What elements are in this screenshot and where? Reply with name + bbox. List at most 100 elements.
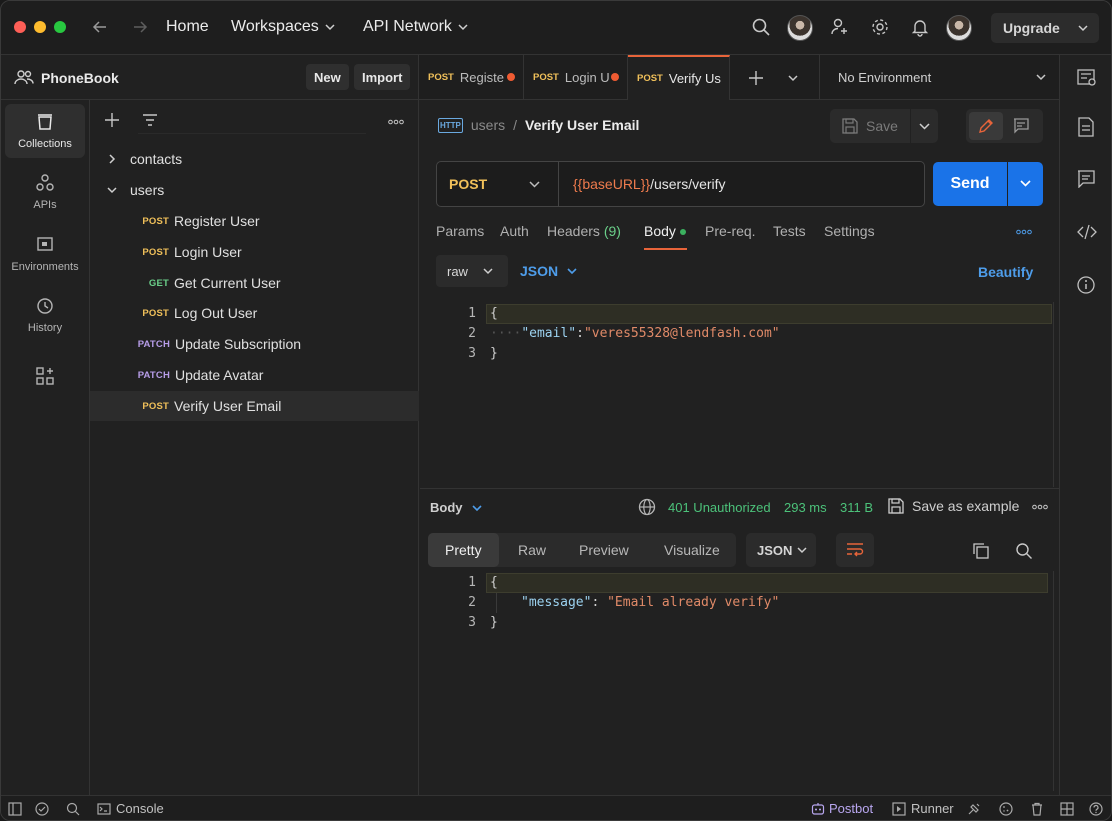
help-icon[interactable] [1089,802,1103,816]
tab-headers[interactable]: Headers (9) [547,223,621,239]
api-network-menu[interactable]: API Network [363,18,470,36]
find-replace-icon[interactable] [66,802,80,816]
zoom-window-button[interactable] [54,21,66,33]
tree-request-register-user[interactable]: POST Register User [90,206,419,236]
tab-preview[interactable]: Preview [579,542,629,558]
search-icon[interactable] [751,17,771,37]
search-response-icon[interactable] [1015,542,1033,560]
tree-request-verify-user-email[interactable]: POST Verify User Email [90,391,419,421]
tabs-dropdown-chevron-icon[interactable] [786,71,800,85]
close-window-button[interactable] [14,21,26,33]
url-input[interactable]: {{baseURL}}/users/verify [573,176,726,192]
console-button[interactable]: Console [97,801,164,816]
tree-request-log-out-user[interactable]: POST Log Out User [90,298,419,328]
workspace-name[interactable]: PhoneBook [41,70,119,86]
save-button[interactable]: Save [830,109,910,143]
tree-request-login-user[interactable]: POST Login User [90,237,419,267]
request-body-editor[interactable]: 1 2 3 { ····"email":"veres55328@lendfash… [428,302,1054,487]
tab-params[interactable]: Params [436,223,484,239]
minimize-window-button[interactable] [34,21,46,33]
tree-request-update-subscription[interactable]: PATCH Update Subscription [90,329,419,359]
tab-register-user[interactable]: POST Registe [419,55,524,100]
body-language-selector[interactable]: JSON [520,263,578,279]
workspaces-menu[interactable]: Workspaces [231,18,337,36]
tab-pre-request[interactable]: Pre-req. [705,223,756,239]
documentation-icon[interactable] [1077,117,1095,137]
method-selector[interactable]: POST [437,162,559,206]
response-body-viewer[interactable]: 1 2 3 { "message": "Email already verify… [428,571,1054,791]
save-floppy-icon [888,498,904,514]
tree-folder-contacts[interactable]: contacts [90,144,419,174]
online-status-icon[interactable] [35,802,49,816]
forward-arrow-icon[interactable] [131,18,149,36]
send-button[interactable]: Send [933,162,1007,206]
more-options-icon[interactable] [388,119,404,125]
tab-auth[interactable]: Auth [500,223,529,239]
tab-visualize[interactable]: Visualize [664,542,720,558]
edit-mode-button[interactable] [969,112,1003,140]
team-avatar[interactable] [787,15,813,41]
environment-quick-look-icon[interactable] [1077,69,1097,87]
two-pane-view-icon[interactable] [1060,802,1074,816]
collection-search-input[interactable] [138,110,366,134]
home-link[interactable]: Home [166,18,209,36]
response-size[interactable]: 311 B [840,500,873,515]
copy-icon[interactable] [972,542,990,560]
tab-login-user[interactable]: POST Login U [524,55,628,100]
toggle-sidebar-icon[interactable] [8,802,22,816]
save-floppy-icon [842,118,858,134]
beautify-button[interactable]: Beautify [978,264,1033,280]
new-tab-plus-icon[interactable] [748,70,764,86]
new-button[interactable]: New [306,64,349,90]
tree-request-update-user-avatar[interactable]: PATCH Update Avatar [90,360,419,390]
save-options-dropdown[interactable] [911,109,938,143]
save-as-example-button[interactable]: Save as example [888,498,1019,514]
trash-icon[interactable] [1030,802,1044,816]
response-time[interactable]: 293 ms [784,500,827,515]
indent-guide [496,593,497,613]
proxy-capture-icon[interactable] [967,802,981,816]
tree-folder-users[interactable]: users [90,175,419,205]
body-mode-selector[interactable]: raw [436,255,508,287]
tree-request-get-current-user[interactable]: GET Get Current User [90,268,419,298]
add-collection-plus-icon[interactable] [104,112,120,128]
import-button[interactable]: Import [354,64,411,90]
environment-selector[interactable]: No Environment [819,55,1059,100]
current-line-highlight [486,304,1052,324]
comments-icon[interactable] [1077,170,1095,188]
breadcrumb-parent[interactable]: users [471,117,505,133]
more-tabs-icon[interactable] [1016,229,1032,235]
tab-settings[interactable]: Settings [824,223,875,239]
sidebar-item-collections[interactable]: Collections [5,104,85,158]
tab-tests[interactable]: Tests [773,223,806,239]
settings-gear-icon[interactable] [870,17,890,37]
sidebar-item-apis[interactable]: APIs [5,165,85,219]
chevron-down-icon [1078,25,1088,32]
comment-mode-icon[interactable] [1013,118,1029,134]
response-format-selector[interactable]: JSON [746,533,816,567]
request-name[interactable]: Verify User Email [525,117,639,133]
upgrade-button[interactable]: Upgrade [991,13,1099,43]
tab-body[interactable]: Body [644,223,686,239]
user-avatar[interactable] [946,15,972,41]
invite-user-icon[interactable] [830,17,850,37]
info-icon[interactable] [1077,276,1095,294]
sidebar-item-configure[interactable] [5,356,85,396]
sidebar-item-history[interactable]: History [5,288,85,342]
code-snippet-icon[interactable] [1077,223,1097,241]
tab-raw[interactable]: Raw [518,542,546,558]
sidebar-item-environments[interactable]: Environments [5,227,85,281]
notifications-bell-icon[interactable] [910,17,930,37]
globe-icon[interactable] [638,498,656,516]
cookies-icon[interactable] [999,802,1013,816]
runner-button[interactable]: Runner [892,801,954,816]
postbot-button[interactable]: Postbot [811,801,873,816]
tab-verify-user-email[interactable]: POST Verify Us [628,55,730,100]
tab-pretty[interactable]: Pretty [445,542,482,558]
response-more-options-icon[interactable] [1032,504,1048,510]
back-arrow-icon[interactable] [91,18,109,36]
response-status[interactable]: 401 Unauthorized [668,500,771,515]
send-options-dropdown[interactable] [1008,162,1043,206]
wrap-lines-button[interactable] [836,533,874,567]
response-section-toggle[interactable]: Body [430,500,483,515]
